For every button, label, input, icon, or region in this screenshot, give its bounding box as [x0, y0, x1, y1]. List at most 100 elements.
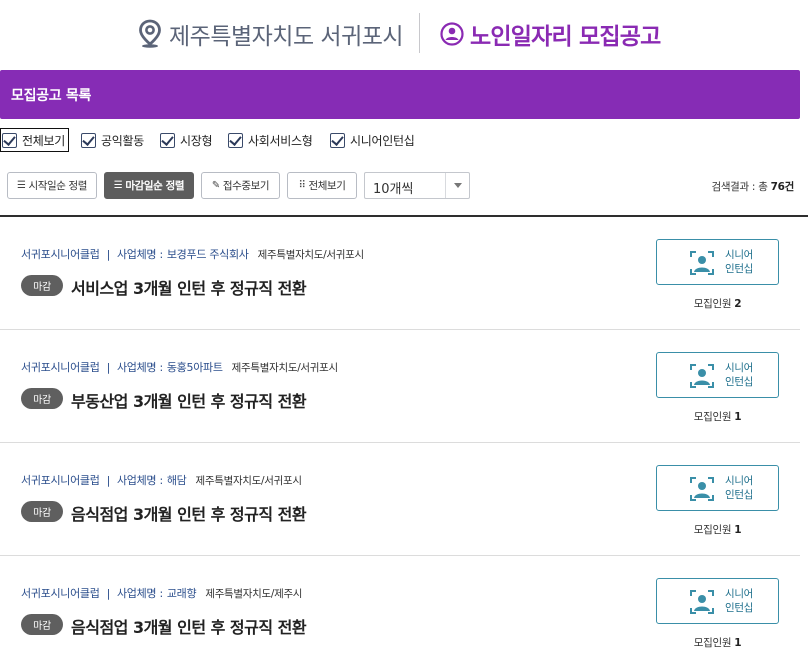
list-icon: ☰ [16, 180, 26, 191]
type-label: 시니어인턴십 [719, 474, 759, 502]
list-icon: ☰ [113, 180, 123, 191]
sort-start-date-button[interactable]: ☰ 시작일순 정렬 [7, 172, 97, 199]
type-line1: 시니어 [724, 249, 754, 261]
button-label: 마감일순 정렬 [125, 180, 185, 192]
section-title: 모집공고 목록 [11, 88, 92, 104]
count-label: 모집인원 [693, 524, 732, 536]
view-receiving-button[interactable]: ✎ 접수중보기 [201, 172, 280, 199]
filter-all-checkbox[interactable]: 전체보기 [0, 128, 69, 152]
company-label: 사업체명 : [116, 248, 163, 261]
count-value: 1 [734, 411, 742, 423]
person-frame-icon [690, 251, 714, 275]
org-link[interactable]: 서귀포시니어클럽 [21, 246, 100, 262]
company-label: 사업체명 : [116, 474, 163, 487]
checkbox-checked-icon [81, 132, 96, 148]
recruit-count: 모집인원 2 [656, 296, 779, 311]
pencil-icon: ✎ [211, 180, 220, 191]
type-line1: 시니어 [724, 362, 754, 374]
chevron-down-icon [445, 173, 469, 198]
type-senior-intern-button[interactable]: 시니어 인턴십 [656, 352, 779, 398]
item-meta: 서귀포시니어클럽 | 사업체명 : 교래향 제주특별자치도/제주시 [21, 585, 302, 601]
item-meta: 서귀포시니어클럽 | 사업체명 : 보경푸드 주식회사 제주특별자치도/서귀포시 [21, 246, 364, 262]
filter-label: 시장형 [180, 133, 213, 148]
item-region: 제주특별자치도/서귀포시 [231, 361, 339, 374]
type-senior-intern-button[interactable]: 시니어인턴십 [656, 578, 779, 624]
type-line2: 인턴십 [724, 602, 754, 614]
type-line1: 시니어 [724, 588, 754, 600]
item-meta: 서귀포시니어클럽 | 사업체명 : 동홍5아파트 제주특별자치도/서귀포시 [21, 359, 338, 375]
checkbox-checked-icon [330, 132, 345, 148]
list-toolbar: ☰ 시작일순 정렬 ☰ 마감일순 정렬 ✎ 접수중보기 ⠿ 전체보기 10개씩 … [0, 172, 808, 199]
meta-separator: | [106, 360, 111, 374]
result-count: 검색결과 : 총 76건 [711, 179, 794, 194]
list-item: 서귀포시니어클럽 | 사업체명 : 해담 제주특별자치도/서귀포시 마감 음식점… [0, 443, 800, 556]
org-link[interactable]: 서귀포시니어클럽 [21, 472, 100, 488]
company-name: 보경푸드 주식회사 [166, 248, 249, 261]
item-title-link[interactable]: 음식점업 3개월 인턴 후 정규직 전환 [71, 614, 307, 638]
list-item: 서귀포시니어클럽 | 사업체명 : 보경푸드 주식회사 제주특별자치도/서귀포시… [0, 217, 800, 330]
org-link[interactable]: 서귀포시니어클럽 [21, 359, 100, 375]
title-text: 노인일자리 모집공고 [470, 24, 661, 50]
item-title-link[interactable]: 부동산업 3개월 인턴 후 정규직 전환 [71, 388, 307, 412]
type-label: 시니어인턴십 [719, 248, 759, 276]
page-size-value: 10개씩 [373, 182, 414, 197]
count-value: 1 [734, 524, 742, 536]
sort-end-date-button[interactable]: ☰ 마감일순 정렬 [104, 172, 194, 199]
list-item: 서귀포시니어클럽 | 사업체명 : 교래향 제주특별자치도/제주시 마감 음식점… [0, 556, 800, 664]
filter-social-service-checkbox[interactable]: 사회서비스형 [228, 128, 313, 152]
count-label: 모집인원 [693, 411, 732, 423]
filter-label: 공익활동 [101, 133, 144, 148]
page-title: 노인일자리 모집공고 [440, 16, 661, 52]
status-badge: 마감 [21, 275, 63, 296]
item-title-link[interactable]: 음식점업 3개월 인턴 후 정규직 전환 [71, 501, 307, 525]
company-label: 사업체명 : [116, 587, 163, 600]
button-label: 시작일순 정렬 [28, 180, 88, 192]
org-link[interactable]: 서귀포시니어클럽 [21, 585, 100, 601]
type-label: 시니어 인턴십 [719, 361, 759, 389]
recruit-count: 모집인원 1 [656, 635, 779, 650]
company-name: 해담 [166, 474, 187, 487]
section-header-bar: 모집공고 목록 [0, 70, 800, 119]
filter-public-activity-checkbox[interactable]: 공익활동 [81, 128, 144, 152]
filter-checkboxes: 전체보기 공익활동 시장형 사회서비스형 시니어인턴십 [0, 128, 808, 152]
type-senior-intern-button[interactable]: 시니어인턴십 [656, 239, 779, 285]
person-frame-icon [690, 590, 714, 614]
checkbox-checked-icon [2, 132, 17, 148]
region-text: 제주특별자치도 서귀포시 [169, 24, 404, 50]
recruit-count: 모집인원 1 [656, 522, 779, 537]
item-region: 제주특별자치도/서귀포시 [195, 474, 303, 487]
count-label: 모집인원 [693, 637, 732, 649]
person-circle-icon [440, 22, 464, 46]
location-pin-icon [139, 19, 161, 48]
result-label: 검색결과 : 총 [711, 181, 768, 193]
status-badge: 마감 [21, 388, 63, 409]
item-meta: 서귀포시니어클럽 | 사업체명 : 해담 제주특별자치도/서귀포시 [21, 472, 302, 488]
filter-label: 사회서비스형 [248, 133, 313, 148]
type-line1: 시니어 [724, 475, 754, 487]
page-header: 제주특별자치도 서귀포시 노인일자리 모집공고 [0, 0, 808, 70]
button-label: 전체보기 [308, 180, 346, 192]
item-title-link[interactable]: 서비스업 3개월 인턴 후 정규직 전환 [71, 275, 307, 299]
type-senior-intern-button[interactable]: 시니어인턴십 [656, 465, 779, 511]
button-label: 접수중보기 [222, 180, 270, 192]
grid-icon: ⠿ [298, 180, 306, 191]
type-line2: 인턴십 [724, 489, 754, 501]
list-item: 서귀포시니어클럽 | 사업체명 : 동홍5아파트 제주특별자치도/서귀포시 마감… [0, 330, 800, 443]
type-label: 시니어인턴십 [719, 587, 759, 615]
checkbox-checked-icon [228, 132, 243, 148]
filter-senior-intern-checkbox[interactable]: 시니어인턴십 [330, 128, 415, 152]
count-label: 모집인원 [693, 298, 732, 310]
company-name: 교래향 [166, 587, 197, 600]
filter-label: 시니어인턴십 [350, 133, 415, 148]
region-heading: 제주특별자치도 서귀포시 [137, 16, 404, 52]
meta-separator: | [106, 586, 111, 600]
filter-market-checkbox[interactable]: 시장형 [160, 128, 213, 152]
recruit-count: 모집인원 1 [656, 409, 779, 424]
view-all-button[interactable]: ⠿ 전체보기 [287, 172, 357, 199]
item-region: 제주특별자치도/서귀포시 [257, 248, 365, 261]
type-line2: 인턴십 [724, 263, 754, 275]
page-size-select[interactable]: 10개씩 [364, 172, 470, 199]
count-value: 2 [734, 298, 742, 310]
person-frame-icon [690, 477, 714, 501]
status-badge: 마감 [21, 614, 63, 635]
